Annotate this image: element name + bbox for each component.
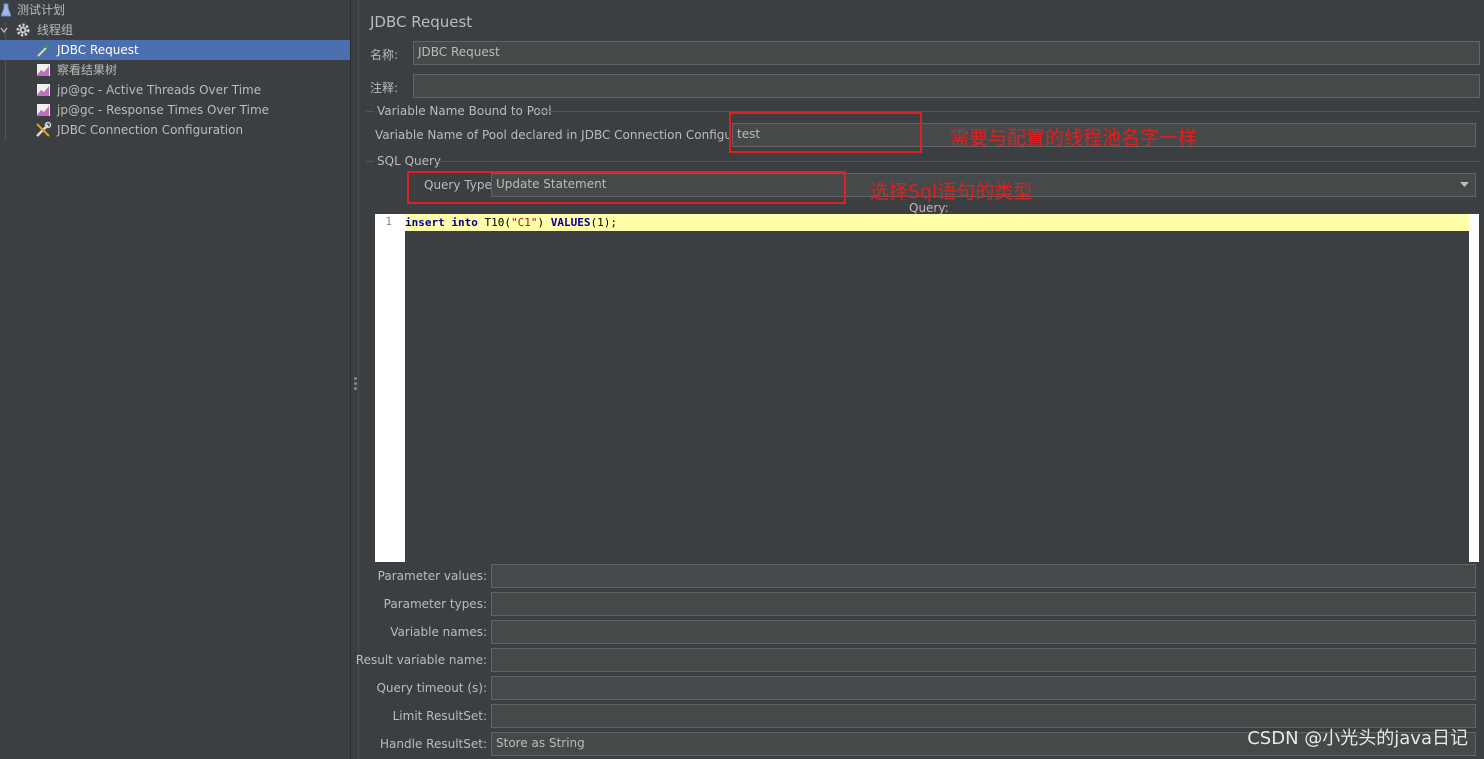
tree-item-view-results-tree[interactable]: 察看结果树	[0, 60, 350, 80]
tree-item-active-threads[interactable]: jp@gc - Active Threads Over Time	[0, 80, 350, 100]
tree-item-label: 察看结果树	[57, 63, 118, 77]
chevron-down-icon[interactable]	[0, 26, 8, 34]
editor-scrollbar[interactable]	[1469, 214, 1479, 562]
variable-names-label: Variable names:	[390, 625, 487, 639]
test-plan-tree: 测试计划 线程组 JDBC Request 察看结果树 jp@gc - Acti…	[0, 0, 350, 759]
line-number-gutter: 1	[375, 214, 405, 562]
query-label: Query:	[909, 201, 949, 215]
graph-icon	[37, 84, 50, 96]
tree-item-label: JDBC Request	[57, 43, 139, 57]
tree-item-label: jp@gc - Active Threads Over Time	[57, 83, 262, 97]
annotation-pool-note: 需要与配置的线程池名字一样	[950, 127, 1198, 149]
watermark: CSDN @小光头的java日记	[1247, 728, 1468, 749]
test-plan-icon	[1, 3, 11, 17]
tree-item-label: 线程组	[37, 23, 74, 37]
result-variable-name-label: Result variable name:	[355, 653, 487, 667]
section-border	[537, 111, 1480, 112]
result-variable-name-field[interactable]	[491, 648, 1476, 672]
limit-resultset-label: Limit ResultSet:	[392, 709, 487, 723]
tree-item-thread-group[interactable]: 线程组	[0, 20, 350, 40]
variable-names-field[interactable]	[491, 620, 1476, 644]
line-number: 1	[385, 215, 392, 228]
code-table: T10(	[484, 216, 512, 229]
parameter-values-label: Parameter values:	[377, 569, 487, 583]
section-border	[436, 161, 1480, 162]
query-timeout-field[interactable]	[491, 676, 1476, 700]
annotation-type-note: 选择Sql语句的类型	[870, 181, 1033, 203]
gear-icon	[16, 23, 30, 37]
pool-section-title: Variable Name Bound to Pool	[377, 104, 552, 118]
query-timeout-label: Query timeout (s):	[376, 681, 487, 695]
handle-resultset-label: Handle ResultSet:	[380, 737, 487, 751]
splitter-grip-dot	[354, 387, 357, 390]
tree-item-response-times[interactable]: jp@gc - Response Times Over Time	[0, 100, 350, 120]
name-field[interactable]: JDBC Request	[413, 41, 1480, 65]
tree-item-test-plan[interactable]: 测试计划	[0, 0, 350, 20]
dropdown-arrow-icon	[1460, 182, 1469, 187]
code-line[interactable]: insert into T10("C1") VALUES(1);	[405, 214, 1469, 231]
section-border	[366, 161, 374, 162]
tree-item-jdbc-request[interactable]: JDBC Request	[0, 40, 350, 60]
section-border	[366, 111, 374, 112]
code-tail: (1);	[590, 216, 618, 229]
highlight-box	[729, 112, 922, 153]
wrench-icon	[36, 121, 52, 137]
graph-icon	[37, 104, 50, 116]
sql-section-title: SQL Query	[377, 154, 442, 168]
code-keyword: insert	[405, 216, 445, 229]
query-editor[interactable]: 1 insert into T10("C1") VALUES(1);	[375, 214, 1479, 562]
tree-item-label: JDBC Connection Configuration	[57, 123, 244, 137]
name-label: 名称:	[370, 48, 399, 62]
highlight-box	[407, 171, 846, 204]
pipette-icon	[37, 43, 51, 57]
code-area[interactable]: insert into T10("C1") VALUES(1);	[405, 214, 1469, 562]
splitter-grip-dot	[354, 377, 357, 380]
code-keyword: VALUES	[550, 216, 591, 229]
panel-splitter[interactable]	[350, 0, 359, 759]
comments-label: 注释:	[370, 81, 399, 95]
pool-name-label: Variable Name of Pool declared in JDBC C…	[375, 128, 772, 142]
code-string: "C1"	[511, 216, 538, 229]
graph-icon	[37, 64, 50, 76]
tree-item-label: jp@gc - Response Times Over Time	[57, 103, 270, 117]
code-paren: )	[537, 216, 545, 229]
tree-item-label: 测试计划	[17, 3, 66, 17]
comments-field[interactable]	[413, 74, 1480, 98]
tree-item-jdbc-connection-config[interactable]: JDBC Connection Configuration	[0, 120, 350, 140]
parameter-types-label: Parameter types:	[383, 597, 487, 611]
parameter-types-field[interactable]	[491, 592, 1476, 616]
code-keyword: into	[451, 216, 478, 229]
parameter-values-field[interactable]	[491, 564, 1476, 588]
page-title: JDBC Request	[370, 13, 473, 31]
splitter-grip-dot	[354, 382, 357, 385]
